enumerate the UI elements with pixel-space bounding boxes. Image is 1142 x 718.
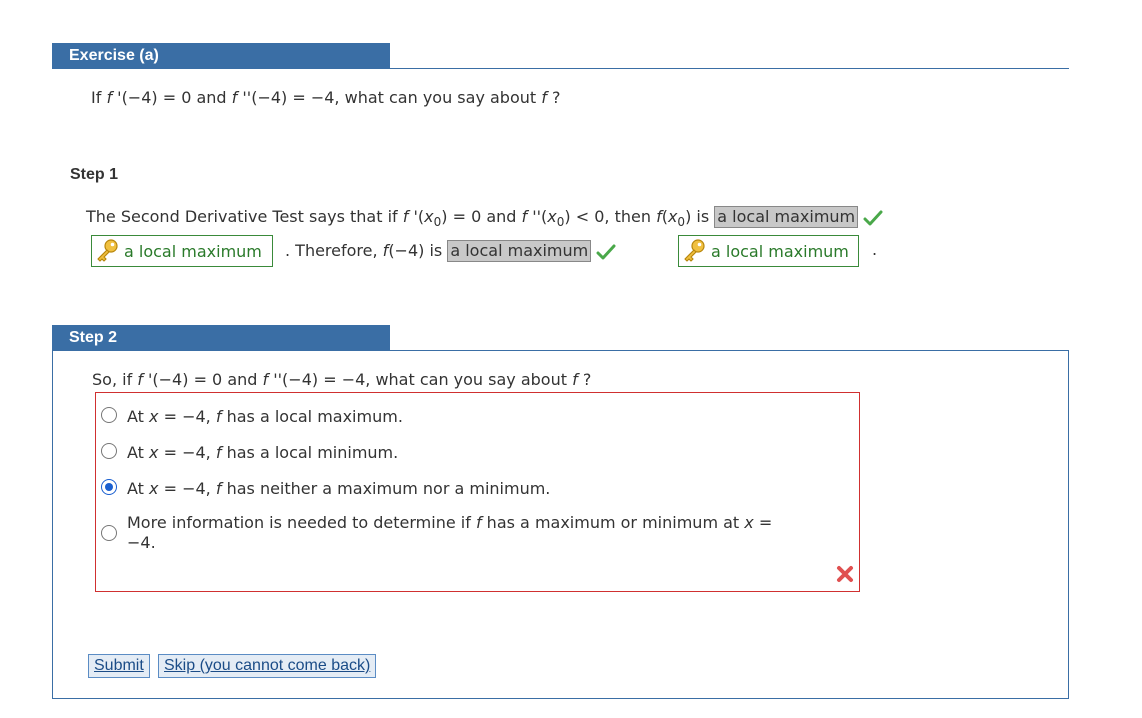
step1-title: Step 1 [70, 166, 119, 183]
radio-button-selected[interactable] [101, 479, 117, 495]
option-local-minimum[interactable]: At x = −4, f has a local minimum. [101, 443, 398, 462]
option-more-info[interactable]: More information is needed to determine … [101, 513, 772, 553]
radio-button[interactable] [101, 407, 117, 423]
key-icon [97, 239, 118, 262]
submit-button[interactable]: Submit [88, 654, 150, 678]
step1-line1: The Second Derivative Test says that if … [86, 206, 883, 233]
checkmark-icon [863, 210, 883, 225]
key-answer-2: a local maximum [678, 235, 859, 267]
answer-field-2[interactable]: a local maximum [447, 240, 592, 262]
radio-button[interactable] [101, 525, 117, 541]
key-icon [684, 239, 705, 262]
exercise-header-rule [52, 68, 1069, 69]
exercise-question: If f '(−4) = 0 and f ''(−4) = −4, what c… [91, 88, 561, 107]
radio-button[interactable] [101, 443, 117, 459]
skip-button[interactable]: Skip (you cannot come back) [158, 654, 377, 678]
checkmark-icon [596, 244, 616, 259]
exercise-header: Exercise (a) [52, 43, 390, 69]
incorrect-x-icon [837, 566, 853, 582]
option-neither[interactable]: At x = −4, f has neither a maximum nor a… [101, 479, 550, 498]
answer-options: At x = −4, f has a local maximum. At x =… [95, 392, 860, 592]
step1-line2: . Therefore, f(−4) is a local maximum [285, 240, 616, 262]
key-answer-1: a local maximum [91, 235, 273, 267]
step2-question: So, if f '(−4) = 0 and f ''(−4) = −4, wh… [92, 370, 592, 389]
option-local-maximum[interactable]: At x = −4, f has a local maximum. [101, 407, 403, 426]
step2-header: Step 2 [52, 325, 390, 351]
answer-field-1[interactable]: a local maximum [714, 206, 859, 228]
step1-line2-end: . [872, 240, 878, 259]
